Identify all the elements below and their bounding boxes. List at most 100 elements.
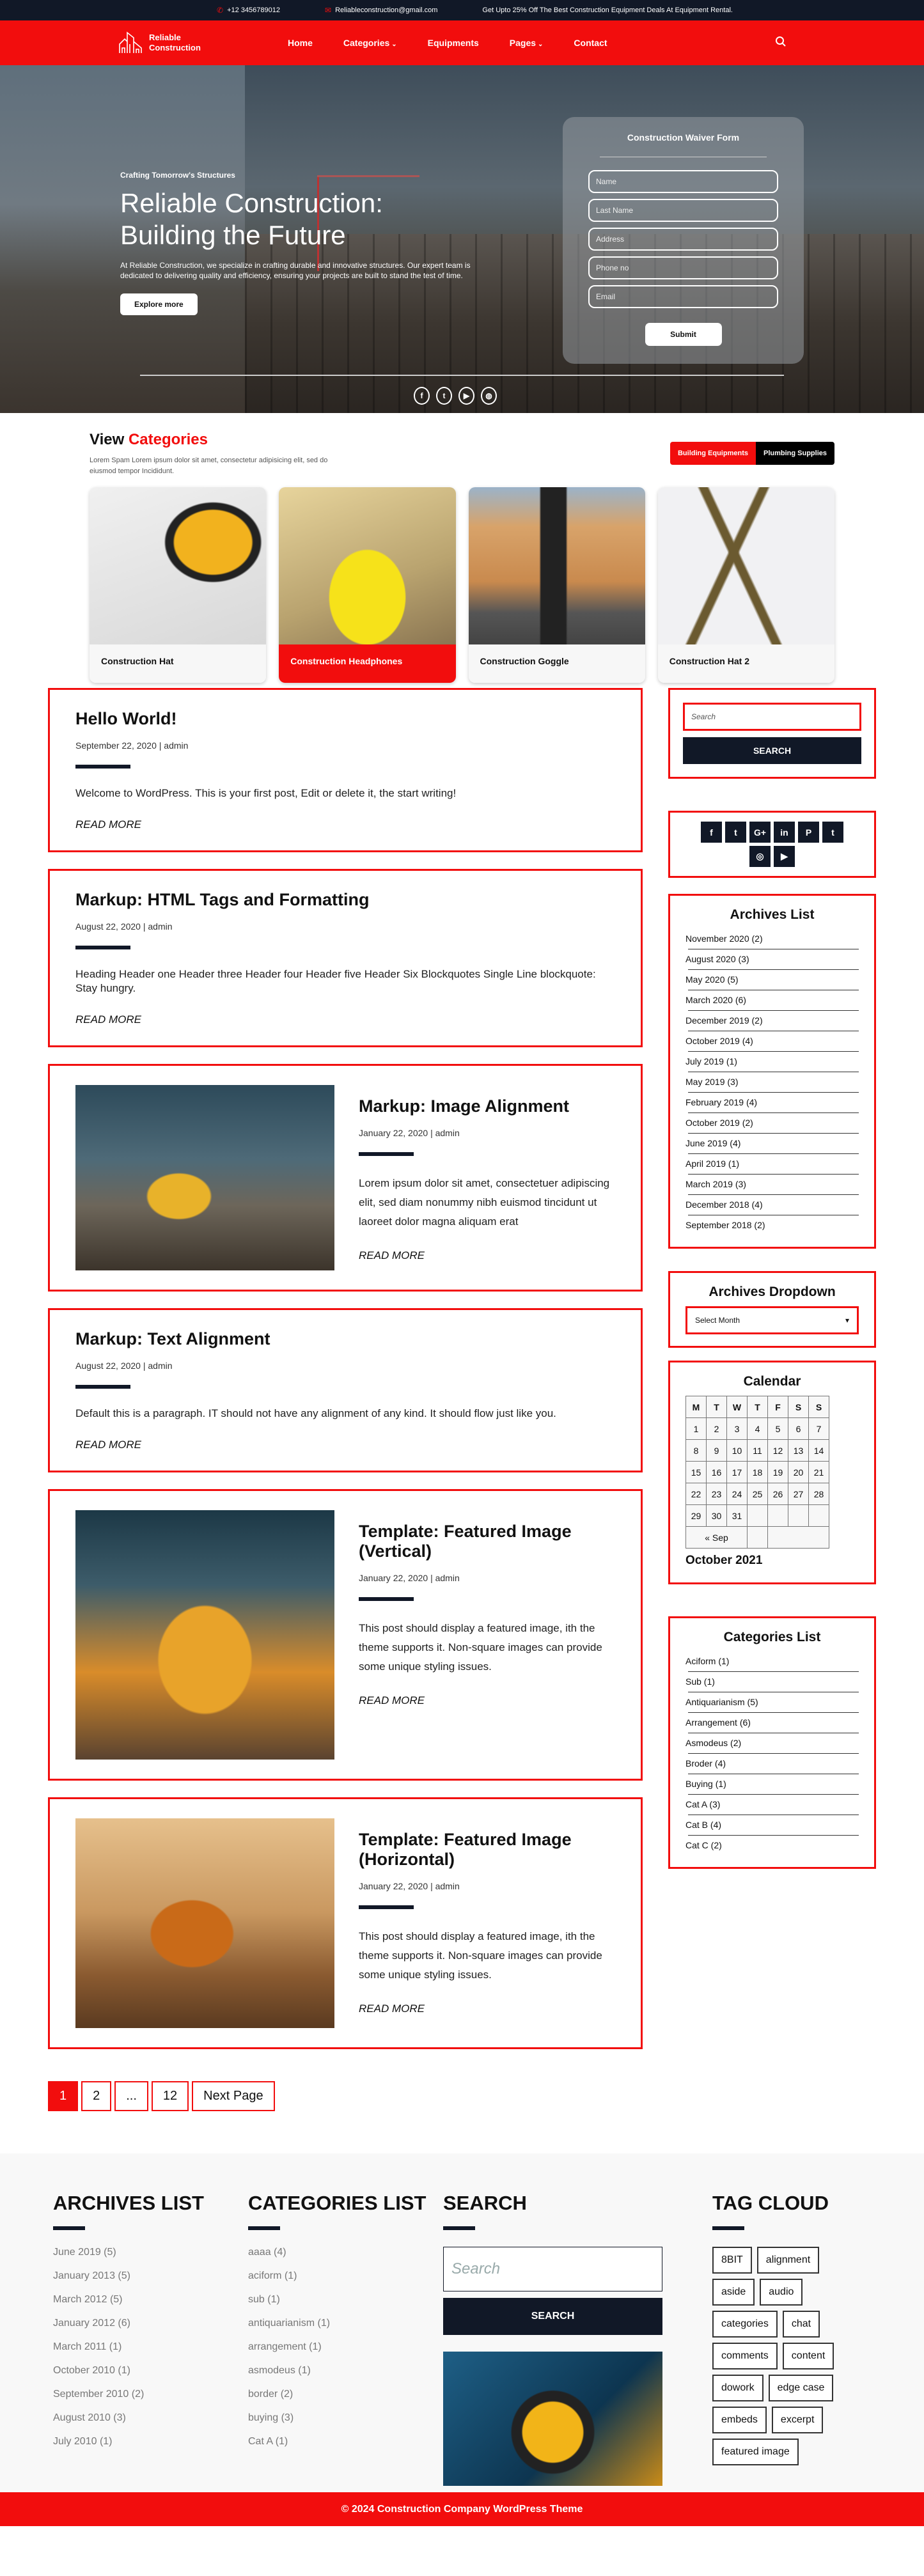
category-item[interactable]: Arrangement (6) [685, 1713, 859, 1733]
footer-category-item[interactable]: antiquarianism (1) [248, 2318, 443, 2329]
archive-item[interactable]: September 2018 (2) [685, 1215, 859, 1235]
category-item[interactable]: Antiquarianism (5) [685, 1692, 859, 1713]
tag-link[interactable]: aside [712, 2279, 755, 2306]
tag-link[interactable]: 8BIT [712, 2247, 752, 2274]
footer-search-input[interactable]: Search [443, 2247, 662, 2291]
youtube-icon[interactable]: ▶ [774, 846, 795, 867]
tag-link[interactable]: content [782, 2343, 834, 2369]
nav-categories[interactable]: Categories ⌄ [343, 38, 397, 48]
nav-contact[interactable]: Contact [574, 38, 607, 48]
phone-field[interactable]: Phone no [588, 256, 778, 279]
archive-item[interactable]: November 2020 (2) [685, 929, 859, 949]
tag-link[interactable]: audio [760, 2279, 803, 2306]
category-card[interactable]: Construction Goggle [468, 487, 645, 683]
tag-link[interactable]: chat [782, 2311, 820, 2338]
footer-archive-item[interactable]: June 2019 (5) [53, 2247, 248, 2258]
category-item[interactable]: Aciform (1) [685, 1651, 859, 1672]
post-title[interactable]: Markup: HTML Tags and Formatting [75, 890, 615, 910]
post-title[interactable]: Hello World! [75, 709, 615, 729]
last-name-field[interactable]: Last Name [588, 199, 778, 222]
post-title[interactable]: Template: Featured Image (Horizontal) [359, 1830, 615, 1870]
linkedin-icon[interactable]: in [774, 822, 795, 843]
excavator-vertical-image[interactable] [75, 1510, 334, 1760]
phone-info[interactable]: ✆ +12 3456789012 [217, 6, 280, 15]
category-card[interactable]: Construction Hat [90, 487, 267, 683]
archive-item[interactable]: April 2019 (1) [685, 1154, 859, 1175]
read-more-link[interactable]: READ MORE [359, 1249, 425, 1261]
archive-item[interactable]: March 2020 (6) [685, 990, 859, 1011]
read-more-link[interactable]: READ MORE [359, 1694, 425, 1706]
footer-archive-item[interactable]: July 2010 (1) [53, 2436, 248, 2447]
archive-item[interactable]: March 2019 (3) [685, 1175, 859, 1195]
calendar-prev-link[interactable]: « Sep [685, 1526, 748, 1549]
tab-plumbing-supplies[interactable]: Plumbing Supplies [755, 442, 834, 465]
tag-link[interactable]: embeds [712, 2407, 767, 2433]
category-item[interactable]: Asmodeus (2) [685, 1733, 859, 1754]
archive-item[interactable]: December 2019 (2) [685, 1011, 859, 1031]
footer-category-item[interactable]: sub (1) [248, 2294, 443, 2306]
name-field[interactable]: Name [588, 170, 778, 193]
tab-building-equipments[interactable]: Building Equipments [670, 442, 756, 465]
footer-archive-item[interactable]: January 2012 (6) [53, 2318, 248, 2329]
twitter-icon[interactable]: t [436, 387, 452, 405]
footer-archive-item[interactable]: October 2010 (1) [53, 2365, 248, 2377]
footer-category-item[interactable]: border (2) [248, 2389, 443, 2400]
tag-link[interactable]: categories [712, 2311, 778, 2338]
read-more-link[interactable]: READ MORE [75, 818, 141, 831]
category-item[interactable]: Sub (1) [685, 1672, 859, 1692]
instagram-icon[interactable]: ◎ [749, 846, 771, 867]
category-item[interactable]: Broder (4) [685, 1754, 859, 1774]
archive-item[interactable]: May 2020 (5) [685, 970, 859, 990]
explore-more-button[interactable]: Explore more [120, 293, 198, 315]
logo[interactable]: Reliable Construction [118, 31, 259, 54]
tag-link[interactable]: edge case [768, 2375, 834, 2401]
email-info[interactable]: ✉ Reliableconstruction@gmail.com [325, 6, 437, 15]
footer-archive-item[interactable]: March 2011 (1) [53, 2341, 248, 2353]
page-12[interactable]: 12 [151, 2081, 189, 2111]
read-more-link[interactable]: READ MORE [359, 2002, 425, 2015]
submit-button[interactable]: Submit [645, 323, 722, 346]
nav-home[interactable]: Home [288, 38, 313, 48]
tag-link[interactable]: comments [712, 2343, 778, 2369]
archive-item[interactable]: June 2019 (4) [685, 1134, 859, 1154]
read-more-link[interactable]: READ MORE [75, 1013, 141, 1026]
category-item[interactable]: Cat B (4) [685, 1815, 859, 1836]
page-1[interactable]: 1 [48, 2081, 79, 2111]
sidebar-search-button[interactable]: SEARCH [683, 737, 861, 764]
footer-archive-item[interactable]: September 2010 (2) [53, 2389, 248, 2400]
page-2[interactable]: 2 [81, 2081, 112, 2111]
tumblr-icon[interactable]: t [822, 822, 843, 843]
facebook-icon[interactable]: f [414, 387, 430, 405]
category-card[interactable]: Construction Hat 2 [657, 487, 834, 683]
next-page-button[interactable]: Next Page [192, 2081, 275, 2111]
footer-category-item[interactable]: buying (3) [248, 2412, 443, 2424]
read-more-link[interactable]: READ MORE [75, 1439, 141, 1451]
footer-archive-item[interactable]: January 2013 (5) [53, 2270, 248, 2282]
twitter-icon[interactable]: t [725, 822, 746, 843]
pinterest-icon[interactable]: P [798, 822, 819, 843]
tag-link[interactable]: excerpt [771, 2407, 824, 2433]
footer-category-item[interactable]: aciform (1) [248, 2270, 443, 2282]
facebook-icon[interactable]: f [701, 822, 722, 843]
search-icon[interactable] [775, 36, 787, 51]
footer-category-item[interactable]: aaaa (4) [248, 2247, 443, 2258]
category-item[interactable]: Cat A (3) [685, 1795, 859, 1815]
excavator-image[interactable] [75, 1085, 334, 1270]
footer-archive-item[interactable]: March 2012 (5) [53, 2294, 248, 2306]
archive-item[interactable]: October 2019 (2) [685, 1113, 859, 1134]
post-title[interactable]: Markup: Text Alignment [75, 1329, 615, 1349]
email-field[interactable]: Email [588, 285, 778, 308]
archive-item[interactable]: October 2019 (4) [685, 1031, 859, 1052]
footer-category-item[interactable]: Cat A (1) [248, 2436, 443, 2447]
archive-item[interactable]: December 2018 (4) [685, 1195, 859, 1215]
archive-item[interactable]: February 2019 (4) [685, 1093, 859, 1113]
footer-category-item[interactable]: arrangement (1) [248, 2341, 443, 2353]
nav-pages[interactable]: Pages ⌄ [510, 38, 544, 48]
backhoe-image[interactable] [75, 1818, 334, 2028]
post-title[interactable]: Markup: Image Alignment [359, 1097, 615, 1116]
dribbble-icon[interactable]: ◍ [481, 387, 497, 405]
sidebar-search-input[interactable]: Search [683, 703, 861, 731]
youtube-icon[interactable]: ▶ [458, 387, 474, 405]
month-select[interactable]: Select Month ▾ [685, 1306, 859, 1334]
archive-item[interactable]: July 2019 (1) [685, 1052, 859, 1072]
